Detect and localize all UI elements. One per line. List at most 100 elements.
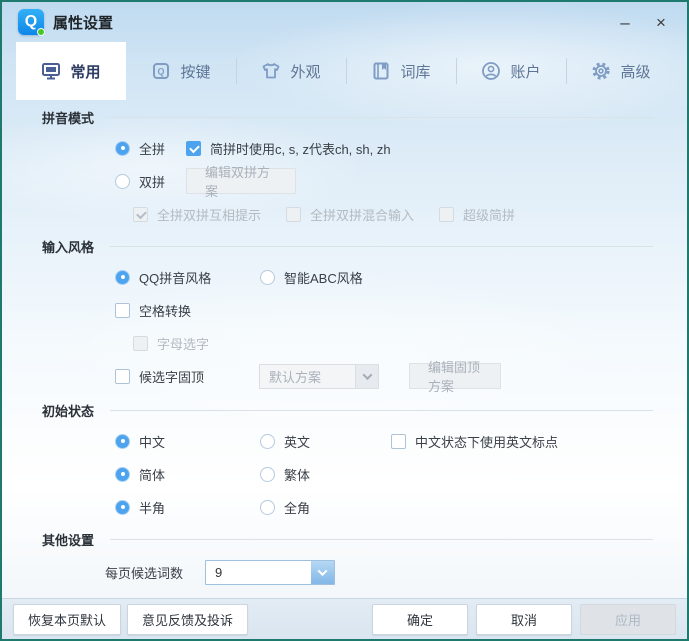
section-title: 输入风格 (42, 237, 94, 256)
section-title: 其他设置 (42, 530, 94, 549)
chinese-radio[interactable] (115, 434, 130, 449)
candidates-per-page-label: 每页候选词数 (105, 563, 189, 582)
row-candidates-per-page: 每页候选词数 9 (110, 559, 687, 585)
gear-icon (591, 61, 611, 81)
title-bar: Q 属性设置 – × (2, 2, 687, 42)
abc-style-label[interactable]: 智能ABC风格 (284, 268, 363, 287)
close-button[interactable]: × (651, 12, 671, 32)
half-width-radio[interactable] (115, 500, 130, 515)
quanpin-radio[interactable] (115, 141, 130, 156)
chinese-label[interactable]: 中文 (139, 432, 260, 451)
tshirt-icon (261, 61, 281, 81)
english-label[interactable]: 英文 (284, 432, 391, 451)
english-punct-label[interactable]: 中文状态下使用英文标点 (415, 432, 558, 451)
quanpin-label[interactable]: 全拼 (139, 139, 186, 158)
super-jianpin-label: 超级简拼 (463, 205, 515, 224)
candidates-per-page-value: 9 (206, 561, 311, 584)
section-divider (110, 246, 653, 247)
edit-fixed-button: 编辑固顶方案 (409, 363, 501, 389)
tab-appearance[interactable]: 外观 (236, 42, 346, 100)
row-style-radios: QQ拼音风格 智能ABC风格 (115, 266, 687, 288)
restore-defaults-button[interactable]: 恢复本页默认 (13, 604, 121, 635)
simplified-label[interactable]: 简体 (139, 465, 260, 484)
row-letter-select: 字母选字 (133, 332, 687, 354)
section-initial-state: 初始状态 (42, 401, 687, 419)
mixed-input-label: 全拼双拼混合输入 (310, 205, 414, 224)
minimize-button[interactable]: – (615, 12, 635, 32)
tab-keys[interactable]: Q 按键 (126, 42, 236, 100)
jianpin-substitute-label[interactable]: 简拼时使用c, s, z代表ch, sh, zh (210, 139, 391, 158)
row-width-mode: 半角 全角 (115, 496, 687, 518)
simplified-radio[interactable] (115, 467, 130, 482)
chevron-down-icon (355, 365, 378, 388)
section-divider (110, 117, 653, 118)
space-convert-label[interactable]: 空格转换 (139, 301, 191, 320)
row-charset: 简体 繁体 (115, 463, 687, 485)
english-radio[interactable] (260, 434, 275, 449)
section-title: 拼音模式 (42, 108, 94, 127)
full-width-radio[interactable] (260, 500, 275, 515)
section-title: 初始状态 (42, 401, 94, 420)
english-punct-checkbox[interactable] (391, 434, 406, 449)
book-icon (371, 61, 391, 81)
row-fixed-candidate: 候选字固顶 默认方案 编辑固顶方案 (115, 363, 687, 389)
qq-style-label[interactable]: QQ拼音风格 (139, 268, 260, 287)
cancel-button[interactable]: 取消 (476, 604, 572, 635)
tab-label: 账户 (510, 61, 540, 82)
logo-letter: Q (25, 14, 37, 30)
qq-pinyin-logo-icon: Q (18, 9, 44, 35)
section-pinyin-mode: 拼音模式 (42, 108, 687, 126)
letter-select-label: 字母选字 (157, 334, 209, 353)
super-jianpin-checkbox (439, 207, 454, 222)
tab-advanced[interactable]: 高级 (566, 42, 676, 100)
tab-bar: 常用 Q 按键 外观 (2, 42, 687, 100)
edit-shuangpin-button: 编辑双拼方案 (186, 168, 296, 194)
shuangpin-label[interactable]: 双拼 (139, 172, 186, 191)
settings-content: 拼音模式 全拼 简拼时使用c, s, z代表ch, sh, zh 双拼 编辑双拼… (2, 108, 687, 585)
feedback-button[interactable]: 意见反馈及投诉 (127, 604, 248, 635)
svg-text:Q: Q (158, 67, 165, 77)
row-shuangpin-options: 全拼双拼互相提示 全拼双拼混合输入 超级简拼 (133, 203, 687, 225)
half-width-label[interactable]: 半角 (139, 498, 260, 517)
tab-account[interactable]: 账户 (456, 42, 566, 100)
qq-style-radio[interactable] (115, 270, 130, 285)
traditional-label[interactable]: 繁体 (284, 465, 310, 484)
row-space-convert: 空格转换 (115, 299, 687, 321)
full-width-label[interactable]: 全角 (284, 498, 310, 517)
tab-label: 按键 (180, 61, 210, 82)
section-input-style: 输入风格 (42, 237, 687, 255)
space-convert-checkbox[interactable] (115, 303, 130, 318)
chevron-down-icon[interactable] (311, 561, 334, 584)
row-language: 中文 英文 中文状态下使用英文标点 (115, 430, 687, 452)
jianpin-substitute-checkbox[interactable] (186, 141, 201, 156)
fixed-scheme-value: 默认方案 (260, 365, 355, 388)
fixed-candidate-label[interactable]: 候选字固顶 (139, 367, 259, 386)
tab-common[interactable]: 常用 (16, 42, 126, 100)
apply-button: 应用 (580, 604, 676, 635)
shuangpin-radio[interactable] (115, 174, 130, 189)
properties-dialog: Q 属性设置 – × 常用 Q (0, 0, 689, 641)
candidates-per-page-dropdown[interactable]: 9 (205, 560, 335, 585)
tab-label: 词库 (400, 61, 430, 82)
ok-button[interactable]: 确定 (372, 604, 468, 635)
key-q-icon: Q (151, 61, 171, 81)
account-icon (481, 61, 501, 81)
abc-style-radio[interactable] (260, 270, 275, 285)
tab-label: 外观 (290, 61, 320, 82)
fixed-candidate-checkbox[interactable] (115, 369, 130, 384)
mutual-hint-checkbox (133, 207, 148, 222)
mixed-input-checkbox (286, 207, 301, 222)
mutual-hint-label: 全拼双拼互相提示 (157, 205, 261, 224)
traditional-radio[interactable] (260, 467, 275, 482)
dialog-title: 属性设置 (53, 12, 113, 33)
section-other: 其他设置 (42, 530, 687, 548)
row-shuangpin: 双拼 编辑双拼方案 (115, 170, 687, 192)
tab-label: 常用 (70, 61, 100, 82)
letter-select-checkbox (133, 336, 148, 351)
monitor-icon (41, 61, 61, 81)
section-divider (110, 410, 653, 411)
footer-bar: 恢复本页默认 意见反馈及投诉 确定 取消 应用 (2, 598, 687, 639)
row-quanpin: 全拼 简拼时使用c, s, z代表ch, sh, zh (115, 137, 687, 159)
tab-dictionary[interactable]: 词库 (346, 42, 456, 100)
fixed-scheme-dropdown: 默认方案 (259, 364, 379, 389)
